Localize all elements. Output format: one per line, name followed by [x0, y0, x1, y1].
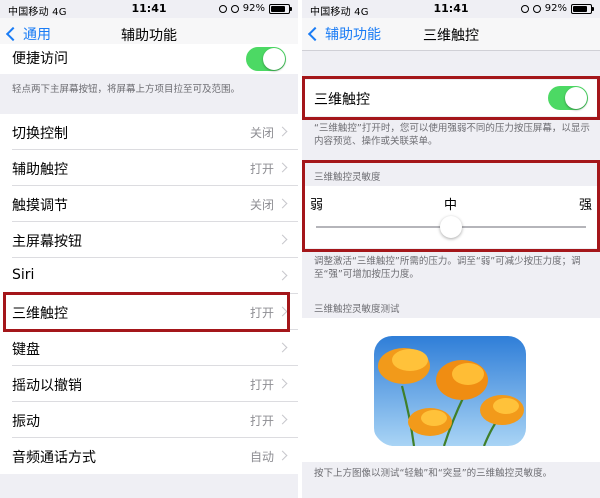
chevron-right-icon — [277, 234, 288, 245]
page-title: 三维触控 — [423, 28, 479, 44]
battery-icon — [571, 3, 594, 14]
highlight-box — [302, 76, 600, 120]
alarm-icon — [520, 4, 529, 13]
status-bar: 中国移动 4G 11:41 92% — [302, 0, 600, 18]
test-header: 三维触控灵敏度测试 — [314, 304, 400, 315]
list-item-switch-control[interactable]: 切换控制 关闭 — [0, 114, 298, 150]
list-item-vibration[interactable]: 振动 打开 — [0, 402, 298, 438]
sensitivity-footer: 调整激活“三维触控”所需的压力。调至“弱”可减少按压力度；调至“强”可增加按压力… — [314, 256, 581, 280]
chevron-right-icon — [277, 450, 288, 461]
page-title: 辅助功能 — [121, 28, 177, 44]
chevron-right-icon — [277, 378, 288, 389]
reachability-row: 便捷访问 — [0, 44, 298, 74]
list-item-assistive-touch[interactable]: 辅助触控 打开 — [0, 150, 298, 186]
orientation-lock-icon — [532, 4, 541, 13]
chevron-right-icon — [277, 414, 288, 425]
battery-icon — [269, 3, 292, 14]
list-item-shake-to-undo[interactable]: 摇动以撤销 打开 — [0, 366, 298, 402]
highlight-box — [302, 160, 600, 252]
accessibility-screen: 中国移动 4G 11:41 92% 通用 辅助功能 便捷访问 轻点两下主屏幕按钮… — [0, 0, 298, 498]
3d-touch-screen: 中国移动 4G 11:41 92% 辅助功能 三维触控 三维触控 “三维触控”打… — [302, 0, 600, 498]
battery-percent: 92% — [544, 3, 567, 14]
list-item-siri[interactable]: Siri — [0, 258, 298, 294]
orientation-lock-icon — [230, 4, 239, 13]
battery-percent: 92% — [242, 3, 265, 14]
alarm-icon — [218, 4, 227, 13]
chevron-right-icon — [277, 126, 288, 137]
status-bar: 中国移动 4G 11:41 92% — [0, 0, 298, 18]
flower-image[interactable] — [374, 336, 526, 446]
list-item-home-button[interactable]: 主屏幕按钮 — [0, 222, 298, 258]
nav-bar: 辅助功能 三维触控 — [302, 18, 600, 51]
chevron-right-icon — [277, 162, 288, 173]
list-item-touch-accommodations[interactable]: 触摸调节 关闭 — [0, 186, 298, 222]
3d-touch-footer: “三维触控”打开时，您可以使用强弱不同的压力按压屏幕，以显示内容预览、操作或关联… — [314, 123, 590, 147]
reachability-label: 便捷访问 — [12, 51, 68, 67]
reachability-toggle[interactable] — [246, 47, 286, 71]
test-footer: 按下上方图像以测试“轻触”和“突显”的三维触控灵敏度。 — [314, 468, 553, 479]
test-area — [302, 318, 600, 462]
reachability-footer: 轻点两下主屏幕按钮，将屏幕上方项目拉至可及范围。 — [12, 84, 241, 95]
chevron-right-icon — [277, 198, 288, 209]
chevron-right-icon — [277, 342, 288, 353]
highlight-box — [3, 292, 290, 332]
chevron-right-icon — [277, 270, 288, 281]
list-item-call-audio-routing[interactable]: 音频通话方式 自动 — [0, 438, 298, 474]
list-item-keyboard[interactable]: 键盘 — [0, 330, 298, 366]
